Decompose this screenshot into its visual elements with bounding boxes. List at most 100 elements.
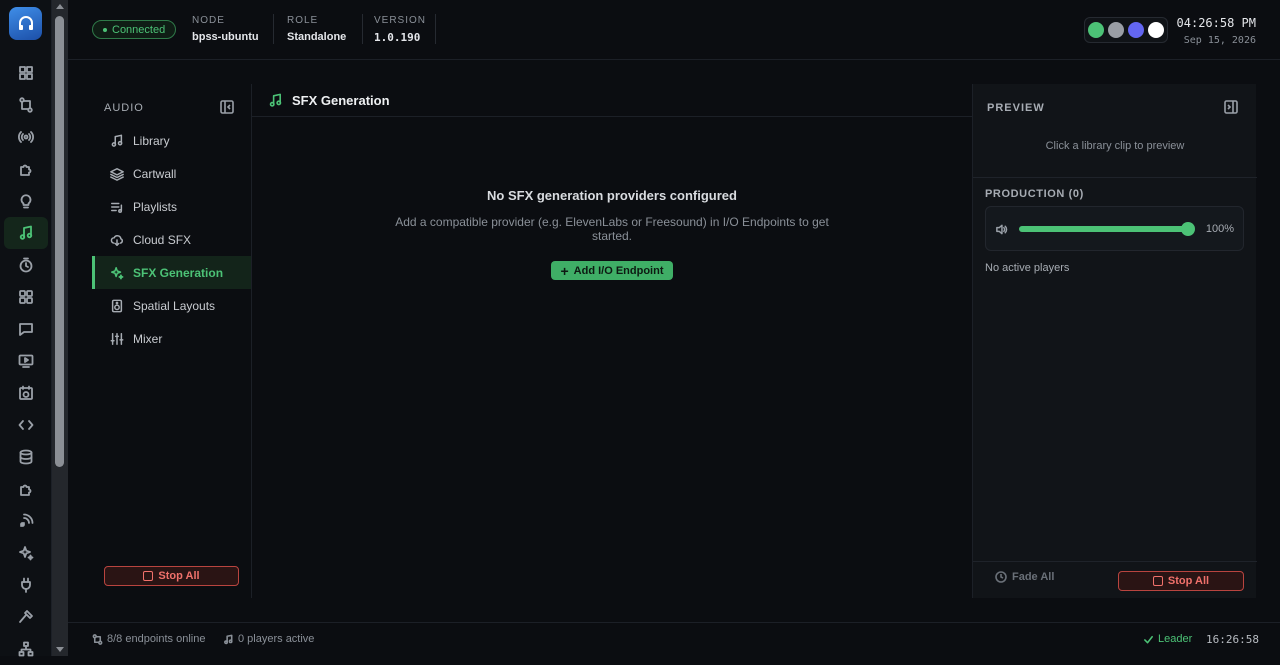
preview-footer: Fade All Stop All (973, 561, 1257, 598)
theme-swatch-gray[interactable] (1108, 22, 1124, 38)
rail-item-extensions[interactable] (4, 473, 48, 505)
status-time: 16:26:58 (1206, 633, 1259, 646)
volume-value: 100% (1205, 223, 1234, 235)
divider (362, 14, 363, 44)
node-value: bpss-ubuntu (192, 31, 259, 43)
theme-swatch-indigo[interactable] (1128, 22, 1144, 38)
satellite-icon (20, 513, 34, 527)
nav-item-cartwall[interactable]: Cartwall (92, 157, 251, 190)
sparkle-icon (111, 266, 124, 279)
role-label: ROLE (287, 15, 319, 26)
app-rail (0, 0, 52, 657)
nav-item-spatial-layouts[interactable]: Spatial Layouts (92, 289, 251, 322)
rail-item-database[interactable] (4, 441, 48, 473)
app-logo[interactable] (9, 7, 42, 40)
fade-all-button[interactable]: Fade All (995, 571, 1054, 583)
theme-switcher (1084, 17, 1168, 43)
preview-hint: Click a library clip to preview (1045, 140, 1185, 152)
tools-icon (19, 610, 33, 623)
database-icon (19, 449, 33, 465)
stop-all-button[interactable]: Stop All (104, 566, 239, 586)
rail-item-idea[interactable] (4, 185, 48, 217)
volume-icon[interactable] (995, 223, 1008, 236)
scroll-up-icon[interactable] (56, 4, 64, 9)
players-status-text: 0 players active (238, 633, 315, 645)
preview-panel: PREVIEW Click a library clip to preview … (972, 84, 1257, 598)
top-bar: Connected NODE bpss-ubuntu ROLE Standalo… (68, 0, 1280, 60)
add-io-endpoint-label: Add I/O Endpoint (573, 264, 664, 277)
timer-icon (19, 257, 33, 273)
connection-badge: Connected (92, 20, 177, 39)
content-header: SFX Generation (252, 84, 972, 117)
scroll-down-icon[interactable] (56, 647, 64, 652)
clock-time: 04:26:58 PM (1176, 16, 1256, 30)
stop-all-button[interactable]: Stop All (1118, 571, 1244, 591)
version-value: 1.0.190 (374, 31, 421, 44)
rail-item-plug[interactable] (4, 569, 48, 601)
sidebar-scrollbar[interactable] (52, 0, 68, 656)
volume-slider-fill (1019, 226, 1193, 232)
rail-item-broadcast[interactable] (4, 121, 48, 153)
rail-item-schedule[interactable] (4, 377, 48, 409)
nav-item-label: Spatial Layouts (133, 298, 216, 313)
sliders-icon (110, 332, 124, 345)
status-dot-icon (103, 27, 107, 32)
leader-status-text: Leader (1158, 633, 1193, 645)
music-note-icon (269, 93, 282, 107)
rail-item-chat[interactable] (4, 313, 48, 345)
theme-swatch-white[interactable] (1148, 22, 1164, 38)
collapse-panel-icon[interactable] (1224, 100, 1238, 114)
rail-item-apps[interactable] (4, 281, 48, 313)
role-value: Standalone (287, 31, 347, 43)
nav-item-sfx-generation[interactable]: SFX Generation (92, 256, 251, 289)
clock-date: Sep 15, 2026 (1183, 35, 1256, 46)
nav-item-label: Mixer (133, 331, 163, 346)
audio-heading: AUDIO (104, 102, 144, 114)
speaker-icon (111, 299, 123, 312)
layers-icon (110, 167, 124, 181)
music-note-icon (111, 134, 123, 147)
headset-logo-icon (18, 15, 33, 30)
nav-item-playlists[interactable]: Playlists (92, 190, 251, 223)
status-bar: 8/8 endpoints online 0 players active Le… (68, 622, 1280, 656)
fade-all-label: Fade All (1012, 571, 1055, 583)
volume-slider[interactable] (1019, 222, 1195, 236)
idea-icon (20, 194, 32, 209)
nav-item-cloud-sfx[interactable]: Cloud SFX (92, 223, 251, 256)
node-label: NODE (192, 15, 225, 26)
dashboard-icon (19, 66, 33, 80)
nav-item-library[interactable]: Library (92, 124, 251, 157)
rail-item-code[interactable] (4, 409, 48, 441)
nav-item-label: Playlists (133, 199, 178, 214)
rail-item-timer[interactable] (4, 249, 48, 281)
rail-item-routing[interactable] (4, 89, 48, 121)
nav-item-label: Cloud SFX (133, 232, 192, 247)
music-icon (19, 225, 33, 240)
preview-heading: PREVIEW (987, 102, 1045, 114)
endpoints-status: 8/8 endpoints online (92, 633, 205, 645)
rail-item-display[interactable] (4, 345, 48, 377)
theme-swatch-green[interactable] (1088, 22, 1104, 38)
collapse-sidebar-icon[interactable] (220, 100, 234, 114)
add-io-endpoint-button[interactable]: + Add I/O Endpoint (551, 261, 673, 280)
rail-item-ai-sparkle[interactable] (4, 537, 48, 569)
stop-all-label: Stop All (1167, 575, 1210, 587)
rail-item-tools[interactable] (4, 601, 48, 633)
rail-item-satellite[interactable] (4, 505, 48, 537)
empty-state-title: No SFX generation providers configured (487, 188, 737, 203)
rail-item-network[interactable] (4, 633, 48, 665)
volume-slider-handle[interactable] (1181, 222, 1195, 236)
schedule-icon (19, 385, 33, 400)
stop-all-label: Stop All (158, 570, 200, 582)
leader-status: Leader (1143, 633, 1192, 645)
nav-item-label: Library (133, 133, 170, 148)
connection-label: Connected (112, 23, 166, 36)
rail-item-music[interactable] (4, 217, 48, 249)
rail-item-plugin[interactable] (4, 153, 48, 185)
nav-item-mixer[interactable]: Mixer (92, 322, 251, 355)
endpoints-status-text: 8/8 endpoints online (107, 633, 206, 645)
network-icon (18, 641, 34, 657)
version-label: VERSION (374, 15, 427, 26)
rail-item-dashboard[interactable] (4, 57, 48, 89)
scroll-thumb[interactable] (55, 16, 64, 467)
